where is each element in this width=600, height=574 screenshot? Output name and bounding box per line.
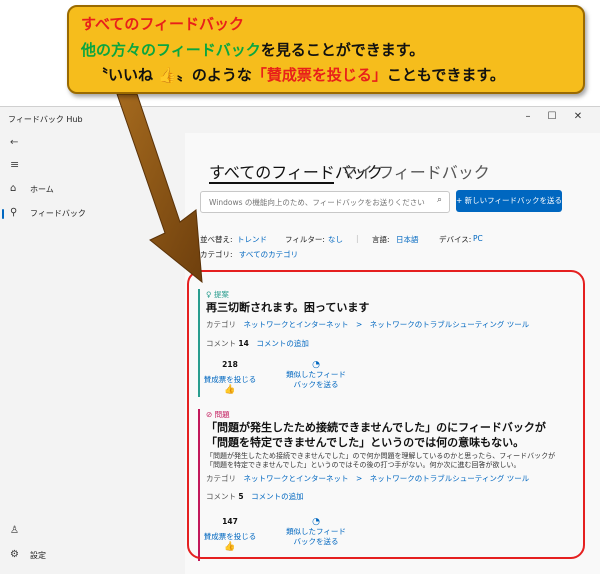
callout-line-2: 他の方々のフィードバックを見ることができます。 xyxy=(81,41,425,59)
callout-line-1: すべてのフィードバック xyxy=(81,15,245,33)
annotation-callout: すべてのフィードバック 他の方々のフィードバックを見ることができます。 〝いいね… xyxy=(67,5,585,94)
callout-line-3: 〝いいね 👍〟のような「賛成票を投じる」こともできます。 xyxy=(93,66,505,84)
